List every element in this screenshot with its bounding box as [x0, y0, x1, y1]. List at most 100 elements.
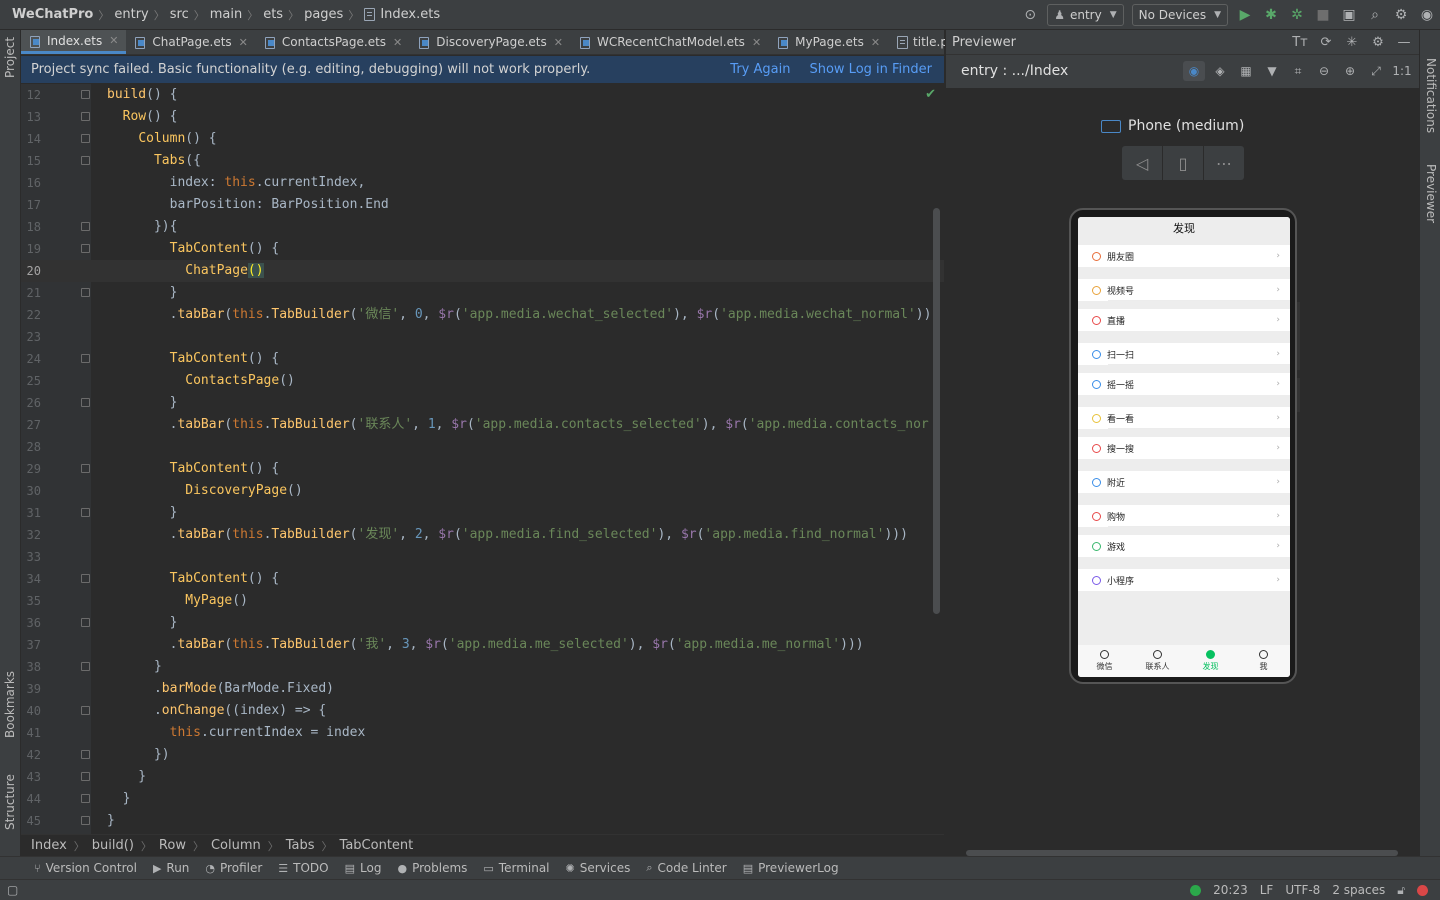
- fold-icon[interactable]: [81, 222, 90, 231]
- gear-icon[interactable]: ⚙: [1388, 2, 1414, 28]
- search-icon[interactable]: ⌕: [1362, 2, 1388, 28]
- bottom-tab-me[interactable]: 我: [1237, 645, 1290, 677]
- breadcrumb-src[interactable]: src: [170, 7, 189, 22]
- device-manager-icon[interactable]: ▣: [1336, 2, 1362, 28]
- more-horizontal-icon[interactable]: ⋯: [1204, 146, 1244, 180]
- bottom-tab-discover[interactable]: 发现: [1184, 645, 1237, 677]
- target-icon[interactable]: ⊙: [1017, 2, 1043, 28]
- tab-contactspage-ets[interactable]: ContactsPage.ets ✕: [256, 30, 410, 54]
- fold-icon[interactable]: [81, 574, 90, 583]
- indent-setting[interactable]: 2 spaces: [1332, 883, 1385, 897]
- run-icon[interactable]: ▶: [1232, 2, 1258, 28]
- account-icon[interactable]: ◉: [1414, 2, 1440, 28]
- code-crumb-index[interactable]: Index: [31, 838, 67, 853]
- tool-services[interactable]: ✺ Services: [566, 861, 631, 875]
- try-again-link[interactable]: Try Again: [730, 62, 790, 77]
- attach-debugger-icon[interactable]: ✲: [1284, 2, 1310, 28]
- font-size-icon[interactable]: Tт: [1289, 35, 1311, 50]
- breadcrumb-file[interactable]: Index.ets: [380, 7, 440, 22]
- tab-index-ets[interactable]: Index.ets ✕: [21, 30, 127, 54]
- tool-todo[interactable]: ☰ TODO: [278, 861, 328, 875]
- tab-discoverypage-ets[interactable]: DiscoveryPage.ets ✕: [410, 30, 571, 54]
- actual-size-icon[interactable]: 1:1: [1391, 61, 1413, 81]
- breadcrumb-pages[interactable]: pages: [304, 7, 343, 22]
- close-icon[interactable]: ✕: [871, 36, 880, 49]
- breadcrumb-entry[interactable]: entry: [114, 7, 148, 22]
- error-icon[interactable]: [1417, 884, 1428, 896]
- tool-problems[interactable]: ● Problems: [397, 861, 467, 875]
- structure-tool-button[interactable]: Structure: [3, 774, 17, 830]
- discover-item[interactable]: 视频号 ›: [1078, 279, 1290, 301]
- code-crumb-build[interactable]: build(): [92, 838, 134, 853]
- fold-icon[interactable]: [81, 244, 90, 253]
- fold-icon[interactable]: [81, 90, 90, 99]
- fold-icon[interactable]: [81, 398, 90, 407]
- close-icon[interactable]: ✕: [752, 36, 761, 49]
- code-crumb-column[interactable]: Column: [211, 838, 261, 853]
- bug-icon[interactable]: ✳: [1341, 35, 1363, 50]
- zoom-out-icon[interactable]: ⊖: [1313, 61, 1335, 81]
- discover-item[interactable]: 小程序 ›: [1078, 569, 1290, 591]
- discover-item[interactable]: 附近 ›: [1078, 471, 1290, 493]
- fold-icon[interactable]: [81, 662, 90, 671]
- tool-code-linter[interactable]: ⌕ Code Linter: [646, 861, 726, 875]
- chevron-down-icon[interactable]: ▼: [1261, 61, 1283, 81]
- discover-item[interactable]: 直播 ›: [1078, 309, 1290, 331]
- tool-terminal[interactable]: ▭ Terminal: [483, 861, 549, 875]
- panel-toggle-icon[interactable]: ▢: [7, 883, 18, 897]
- fit-screen-icon[interactable]: ⤢: [1365, 61, 1387, 81]
- bookmarks-tool-button[interactable]: Bookmarks: [3, 671, 17, 738]
- fold-icon[interactable]: [81, 134, 90, 143]
- notifications-tool-button[interactable]: Notifications: [1424, 58, 1438, 133]
- bottom-tab-chats[interactable]: 微信: [1078, 645, 1131, 677]
- refresh-icon[interactable]: ⟳: [1315, 35, 1337, 50]
- bottom-tab-contacts[interactable]: 联系人: [1131, 645, 1184, 677]
- show-log-link[interactable]: Show Log in Finder: [809, 62, 932, 77]
- tab-wcrecentchatmodel-ets[interactable]: WCRecentChatModel.ets ✕: [571, 30, 769, 54]
- close-icon[interactable]: ✕: [239, 36, 248, 49]
- editor-scrollbar[interactable]: [933, 208, 940, 614]
- fold-icon[interactable]: [81, 464, 90, 473]
- line-separator[interactable]: LF: [1260, 883, 1274, 897]
- tab-mypage-ets[interactable]: MyPage.ets ✕: [769, 30, 888, 54]
- fold-icon[interactable]: [81, 706, 90, 715]
- lock-icon[interactable]: 🔓︎: [1397, 883, 1405, 898]
- grid-icon[interactable]: ▦: [1235, 61, 1257, 81]
- discover-item[interactable]: 搜一搜 ›: [1078, 437, 1290, 459]
- discover-item[interactable]: 游戏 ›: [1078, 535, 1290, 557]
- discover-item[interactable]: 摇一摇 ›: [1078, 373, 1290, 395]
- breadcrumb-ets[interactable]: ets: [263, 7, 283, 22]
- fold-icon[interactable]: [81, 750, 90, 759]
- zoom-in-icon[interactable]: ⊕: [1339, 61, 1361, 81]
- module-selector[interactable]: ♟ entry ▼: [1047, 4, 1124, 26]
- gear-icon[interactable]: ⚙: [1367, 35, 1389, 50]
- back-icon[interactable]: ◁: [1122, 146, 1163, 180]
- debug-icon[interactable]: ✱: [1258, 2, 1284, 28]
- discover-item[interactable]: 扫一扫 ›: [1078, 343, 1290, 365]
- cursor-position[interactable]: 20:23: [1213, 883, 1248, 897]
- stop-icon[interactable]: ■: [1310, 2, 1336, 28]
- tab-chatpage-ets[interactable]: ChatPage.ets ✕: [126, 30, 255, 54]
- phone-screen[interactable]: 发现 朋友圈 › 视频号 › 直播 › 扫一扫 › 摇一摇 › 看一看 › 搜一搜 › 附近 ›…: [1078, 217, 1290, 677]
- fold-icon[interactable]: [81, 288, 90, 297]
- inspector-icon[interactable]: ◉: [1183, 61, 1205, 81]
- code-editor[interactable]: ✔ 12 build() { 13 Row() { 14 Column() { 1…: [21, 84, 944, 834]
- tool-version-control[interactable]: ⑂ Version Control: [34, 861, 137, 875]
- discover-item[interactable]: 朋友圈 ›: [1078, 245, 1290, 267]
- code-crumb-row[interactable]: Row: [159, 838, 186, 853]
- tool-log[interactable]: ▤ Log: [345, 861, 382, 875]
- tool-profiler[interactable]: ◔ Profiler: [205, 861, 262, 875]
- code-crumb-tabs[interactable]: Tabs: [286, 838, 315, 853]
- project-tool-button[interactable]: Project: [3, 37, 17, 78]
- fold-icon[interactable]: [81, 794, 90, 803]
- discover-item[interactable]: 看一看 ›: [1078, 407, 1290, 429]
- fold-icon[interactable]: [81, 618, 90, 627]
- fold-icon[interactable]: [81, 816, 90, 825]
- minimize-icon[interactable]: —: [1393, 35, 1415, 50]
- fold-icon[interactable]: [81, 354, 90, 363]
- previewer-tool-button[interactable]: Previewer: [1424, 164, 1438, 223]
- code-crumb-tabcontent[interactable]: TabContent: [340, 838, 414, 853]
- fold-icon[interactable]: [81, 772, 90, 781]
- close-icon[interactable]: ✕: [393, 36, 402, 49]
- breadcrumb-project[interactable]: WeChatPro: [12, 7, 93, 22]
